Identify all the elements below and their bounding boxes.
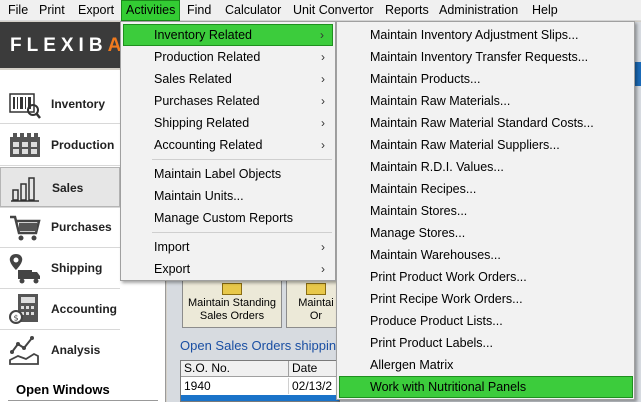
- menu-item-maintain-raw-materials[interactable]: Maintain Raw Materials...: [339, 90, 633, 112]
- sidebar-item-accounting[interactable]: $ Accounting: [0, 289, 120, 329]
- open-sales-orders-link[interactable]: Open Sales Orders shippin: [180, 338, 336, 353]
- cart-icon: [10, 215, 41, 241]
- chevron-right-icon: ›: [321, 262, 325, 276]
- column-header[interactable]: S.O. No.: [181, 361, 289, 377]
- menu-bar: File Print Export Activities Find Calcul…: [0, 0, 641, 21]
- sidebar-item-label: Purchases: [51, 220, 112, 234]
- sales-orders-grid: S.O. No. Date 1940 02/13/2: [180, 360, 340, 402]
- menu-item-print-product-labels[interactable]: Print Product Labels...: [339, 332, 633, 354]
- sidebar-item-label: Inventory: [51, 97, 106, 111]
- divider: [0, 123, 120, 124]
- menu-item-raw-material-suppliers[interactable]: Maintain Raw Material Suppliers...: [339, 134, 633, 156]
- chevron-right-icon: ›: [321, 240, 325, 254]
- shipping-icon: [9, 254, 40, 284]
- menu-item-maintain-products[interactable]: Maintain Products...: [339, 68, 633, 90]
- menu-item-maintain-units[interactable]: Maintain Units...: [123, 185, 333, 207]
- table-cell[interactable]: 1940: [181, 378, 289, 394]
- sidebar-item-label: Accounting: [51, 302, 117, 316]
- menu-separator: [152, 159, 332, 160]
- menu-file[interactable]: File: [4, 0, 32, 21]
- sales-icon: [11, 177, 39, 202]
- menu-item-import[interactable]: Import ›: [123, 236, 333, 258]
- chevron-right-icon: ›: [321, 50, 325, 64]
- sidebar-item-label: Analysis: [51, 343, 101, 357]
- sidebar-item-label: Shipping: [51, 261, 103, 275]
- tile-label: Maintain Standing Sales Orders: [187, 297, 277, 322]
- chevron-right-icon: ›: [320, 28, 324, 42]
- menu-find[interactable]: Find: [183, 0, 215, 21]
- activities-menu: Inventory Related › Production Related › S…: [120, 21, 336, 281]
- menu-calculator[interactable]: Calculator: [221, 0, 285, 21]
- menu-item-inventory-transfer-requests[interactable]: Maintain Inventory Transfer Requests...: [339, 46, 633, 68]
- menu-item-manage-stores[interactable]: Manage Stores...: [339, 222, 633, 244]
- menu-item-maintain-label-objects[interactable]: Maintain Label Objects: [123, 163, 333, 185]
- sidebar-item-sales[interactable]: Sales: [0, 167, 120, 207]
- menu-help[interactable]: Help: [528, 0, 562, 21]
- menu-item-maintain-rdi-values[interactable]: Maintain R.D.I. Values...: [339, 156, 633, 178]
- chevron-right-icon: ›: [321, 72, 325, 86]
- sidebar-item-shipping[interactable]: Shipping: [0, 248, 120, 288]
- menu-item-sales-related[interactable]: Sales Related ›: [123, 68, 333, 90]
- menu-item-maintain-warehouses[interactable]: Maintain Warehouses...: [339, 244, 633, 266]
- menu-item-inventory-adjustment-slips[interactable]: Maintain Inventory Adjustment Slips...: [339, 24, 633, 46]
- analysis-icon: [9, 336, 39, 365]
- menu-unit-convertor[interactable]: Unit Convertor: [289, 0, 378, 21]
- sidebar-item-label: Production: [51, 138, 115, 152]
- menu-item-work-with-nutritional-panels[interactable]: Work with Nutritional Panels: [339, 376, 633, 398]
- menu-item-purchases-related[interactable]: Purchases Related ›: [123, 90, 333, 112]
- inventory-related-submenu: Maintain Inventory Adjustment Slips... M…: [336, 21, 635, 400]
- menu-item-export[interactable]: Export ›: [123, 258, 333, 280]
- inventory-icon: [9, 93, 41, 119]
- menu-activities[interactable]: Activities: [121, 0, 181, 21]
- menu-item-inventory-related[interactable]: Inventory Related ›: [123, 24, 333, 46]
- menu-item-print-product-work-orders[interactable]: Print Product Work Orders...: [339, 266, 633, 288]
- chevron-right-icon: ›: [321, 94, 325, 108]
- table-row-selected[interactable]: [181, 395, 339, 401]
- menu-item-manage-custom-reports[interactable]: Manage Custom Reports: [123, 207, 333, 229]
- menu-item-maintain-stores[interactable]: Maintain Stores...: [339, 200, 633, 222]
- divider: [8, 400, 158, 401]
- menu-item-maintain-recipes[interactable]: Maintain Recipes...: [339, 178, 633, 200]
- menu-item-allergen-matrix[interactable]: Allergen Matrix: [339, 354, 633, 376]
- open-windows-heading: Open Windows: [16, 382, 110, 397]
- production-icon: [10, 133, 40, 157]
- sidebar-item-analysis[interactable]: Analysis: [0, 330, 120, 370]
- column-header[interactable]: Date: [289, 361, 339, 377]
- chevron-right-icon: ›: [321, 138, 325, 152]
- logo-text: FLEXIBA: [10, 35, 120, 56]
- menu-item-production-related[interactable]: Production Related ›: [123, 46, 333, 68]
- menu-export[interactable]: Export: [74, 0, 118, 21]
- sidebar-item-inventory[interactable]: Inventory: [0, 84, 120, 124]
- menu-print[interactable]: Print: [35, 0, 69, 21]
- menu-item-accounting-related[interactable]: Accounting Related ›: [123, 134, 333, 156]
- svg-text:$: $: [14, 314, 19, 323]
- menu-item-raw-material-standard-costs[interactable]: Maintain Raw Material Standard Costs...: [339, 112, 633, 134]
- maintain-standing-sales-orders-button[interactable]: Maintain Standing Sales Orders: [182, 280, 282, 328]
- sidebar-item-production[interactable]: Production: [0, 125, 120, 165]
- menu-item-print-recipe-work-orders[interactable]: Print Recipe Work Orders...: [339, 288, 633, 310]
- menu-item-shipping-related[interactable]: Shipping Related ›: [123, 112, 333, 134]
- folder-icon: [306, 283, 326, 295]
- menu-reports[interactable]: Reports: [381, 0, 433, 21]
- folder-icon: [222, 283, 242, 295]
- calculator-icon: $: [9, 294, 38, 324]
- table-cell[interactable]: 02/13/2: [289, 378, 339, 394]
- chevron-right-icon: ›: [321, 116, 325, 130]
- divider: [0, 165, 120, 166]
- app-logo: FLEXIBA: [0, 22, 120, 68]
- menu-administration[interactable]: Administration: [435, 0, 522, 21]
- menu-item-produce-product-lists[interactable]: Produce Product Lists...: [339, 310, 633, 332]
- menu-separator: [152, 232, 332, 233]
- sidebar-item-label: Sales: [52, 181, 84, 195]
- sidebar-item-purchases[interactable]: Purchases: [0, 207, 120, 247]
